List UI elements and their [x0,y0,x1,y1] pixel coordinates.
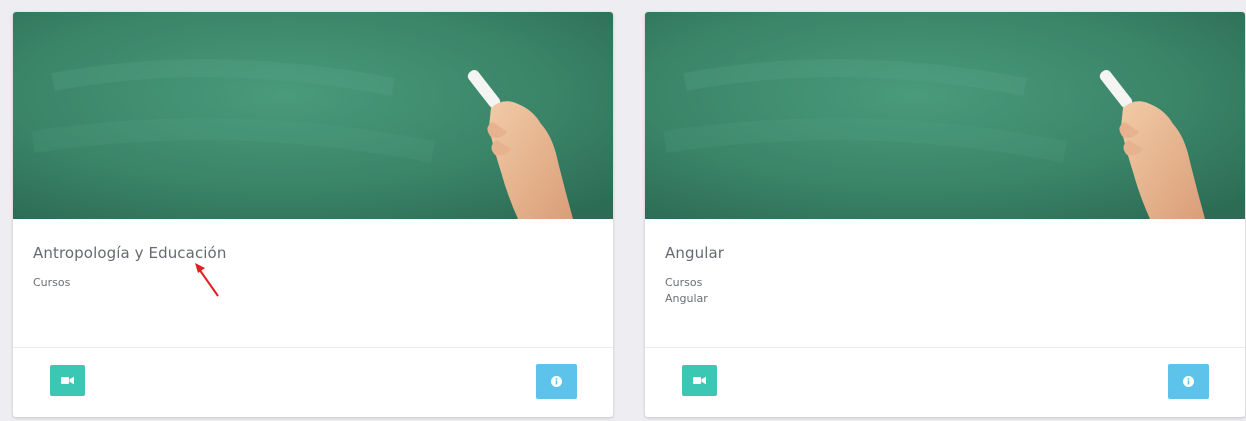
card-body: Angular Cursos Angular [645,219,1245,347]
course-subtitle: Cursos Angular [665,275,708,307]
card-footer [13,347,613,417]
info-button[interactable] [1168,364,1209,399]
course-title[interactable]: Angular [665,244,724,262]
course-card-antropologia[interactable]: Antropología y Educación Cursos [13,12,613,417]
course-subtitle: Cursos [33,275,70,291]
info-circle-icon [1183,376,1194,387]
info-button[interactable] [536,364,577,399]
course-title[interactable]: Antropología y Educación [33,244,226,262]
course-cover-image [645,12,1245,219]
course-category: Cursos [665,276,703,289]
course-category: Cursos [33,276,71,289]
course-subcategory: Angular [665,292,708,305]
video-button[interactable] [50,365,85,396]
card-footer [645,347,1245,417]
course-card-angular[interactable]: Angular Cursos Angular [645,12,1245,417]
info-circle-icon [551,376,562,387]
card-body: Antropología y Educación Cursos [13,219,613,347]
course-cover-image [13,12,613,219]
video-camera-icon [693,376,706,385]
video-camera-icon [61,376,74,385]
video-button[interactable] [682,365,717,396]
